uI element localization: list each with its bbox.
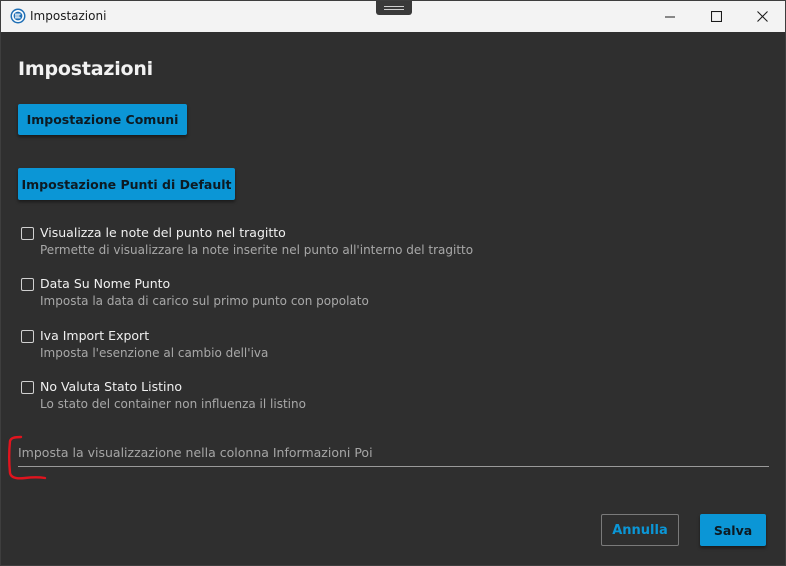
minimize-icon bbox=[665, 16, 675, 17]
option-label[interactable]: No Valuta Stato Listino bbox=[40, 379, 182, 394]
option-label[interactable]: Visualizza le note del punto nel tragitt… bbox=[40, 225, 286, 240]
option-description: Lo stato del container non influenza il … bbox=[40, 397, 306, 411]
option-description: Imposta la data di carico sul primo punt… bbox=[40, 294, 369, 308]
impostazione-punti-default-button[interactable]: Impostazione Punti di Default bbox=[18, 168, 235, 200]
checkbox[interactable] bbox=[21, 381, 34, 394]
option-description: Imposta l'esenzione al cambio dell'iva bbox=[40, 346, 269, 360]
maximize-icon bbox=[710, 11, 722, 22]
window-title: Impostazioni bbox=[30, 9, 107, 23]
checkbox[interactable] bbox=[21, 330, 34, 343]
app-logo-icon bbox=[10, 8, 26, 24]
close-icon bbox=[756, 11, 768, 22]
annulla-button[interactable]: Annulla bbox=[601, 514, 679, 546]
close-button[interactable] bbox=[739, 1, 785, 32]
option-label[interactable]: Data Su Nome Punto bbox=[40, 276, 170, 291]
informazioni-poi-input[interactable] bbox=[18, 441, 769, 460]
settings-window: Impostazioni Impostazioni Impostazione C… bbox=[0, 0, 786, 566]
informazioni-poi-field[interactable] bbox=[18, 441, 769, 467]
impostazione-comuni-button[interactable]: Impostazione Comuni bbox=[18, 104, 187, 135]
minimize-button[interactable] bbox=[647, 1, 693, 32]
option-label[interactable]: Iva Import Export bbox=[40, 328, 149, 343]
maximize-button[interactable] bbox=[693, 1, 739, 32]
red-bracket-annotation bbox=[8, 435, 47, 480]
checkbox[interactable] bbox=[21, 227, 34, 240]
title-bar[interactable]: Impostazioni bbox=[1, 1, 785, 32]
option-description: Permette di visualizzare la note inserit… bbox=[40, 243, 474, 257]
salva-button[interactable]: Salva bbox=[700, 514, 766, 546]
checkbox[interactable] bbox=[21, 278, 34, 291]
page-title: Impostazioni bbox=[18, 58, 153, 80]
drag-handle[interactable] bbox=[376, 1, 412, 15]
